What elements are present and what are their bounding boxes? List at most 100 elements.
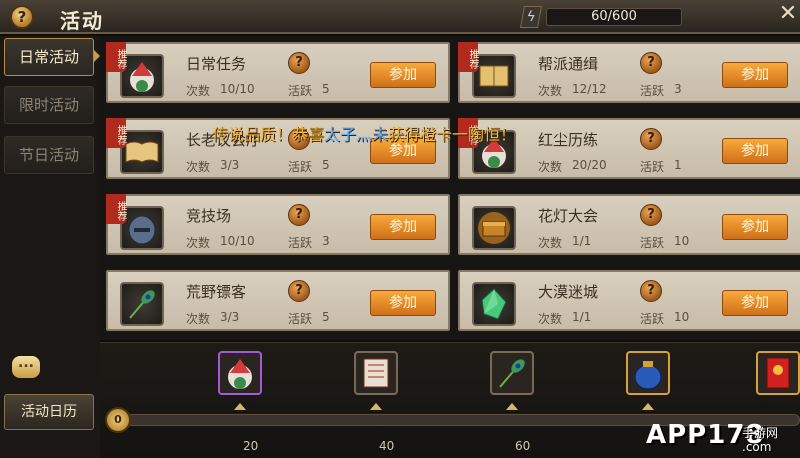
activity-points-value: 10 (674, 234, 690, 248)
scroll-book-icon (472, 54, 516, 98)
activity-points-label: 活跃 (288, 160, 313, 174)
reward-marker-icon (370, 403, 382, 410)
watermark-subtitle: 手游网 (742, 426, 779, 440)
chat-icon[interactable]: ... (12, 356, 40, 378)
cake-icon (120, 54, 164, 98)
recommended-badge: 推荐 (106, 42, 126, 72)
activity-card: 推荐 竞技场 ? 次数 10/10 活跃 3 参加 (106, 194, 450, 255)
activity-points-value: 5 (322, 158, 330, 172)
help-icon[interactable]: ? (640, 280, 662, 302)
tab-festival-activities[interactable]: 节日活动 (4, 136, 94, 174)
broadcast-message: 传说品质！恭喜太子灬未获得橙卡一陶恒！ (212, 121, 516, 145)
count-label: 次数 (186, 160, 211, 174)
count-label: 次数 (538, 312, 563, 326)
helmet-icon (120, 206, 164, 250)
activity-points-label: 活跃 (288, 236, 313, 250)
activity-points-label: 活跃 (640, 312, 665, 326)
help-icon[interactable]: ? (10, 5, 34, 29)
help-icon[interactable]: ? (288, 52, 310, 74)
help-icon[interactable]: ? (288, 280, 310, 302)
sidebar: 日常活动 限时活动 节日活动 ... 活动日历 (0, 36, 100, 458)
join-button[interactable]: 参加 (370, 290, 436, 316)
top-bar: ? 活动 ϟ 60/600 ✕ (0, 0, 800, 34)
green-crystal-icon (472, 282, 516, 326)
count-label: 次数 (186, 84, 211, 98)
activity-points-value: 3 (674, 82, 682, 96)
count-value: 12/12 (572, 82, 607, 96)
count-value: 10/10 (220, 82, 255, 96)
help-icon[interactable]: ? (640, 52, 662, 74)
join-button[interactable]: 参加 (370, 214, 436, 240)
activity-card: 大漠迷城 ? 次数 1/1 活跃 10 参加 (458, 270, 800, 331)
activity-points-value: 10 (674, 310, 690, 324)
broadcast-player-name[interactable]: 太子灬未 (324, 125, 388, 144)
activity-points-label: 活跃 (288, 84, 313, 98)
close-button[interactable]: ✕ (776, 2, 800, 26)
activity-card: 花灯大会 ? 次数 1/1 活跃 10 参加 (458, 194, 800, 255)
page-title: 活动 (60, 9, 104, 33)
count-value: 3/3 (220, 158, 240, 172)
tab-daily-activities[interactable]: 日常活动 (4, 38, 94, 76)
recommended-badge: 推荐 (458, 42, 478, 72)
open-book-icon (120, 130, 164, 174)
reward-chest-100[interactable] (756, 351, 800, 395)
reward-chest-80[interactable] (626, 351, 670, 395)
activity-name: 大漠迷城 (538, 283, 599, 301)
activity-card: 推荐 日常任务 ? 次数 10/10 活跃 5 参加 (106, 42, 450, 103)
join-button[interactable]: 参加 (722, 214, 788, 240)
activity-calendar-button[interactable]: 活动日历 (4, 394, 94, 430)
count-label: 次数 (538, 160, 563, 174)
lightning-icon: ϟ (520, 6, 542, 28)
join-button[interactable]: 参加 (722, 290, 788, 316)
energy-value: 60/600 (591, 9, 637, 24)
activity-list: 推荐 日常任务 ? 次数 10/10 活跃 5 参加 推荐 帮派通缉 ? 次数 … (100, 36, 800, 340)
join-button[interactable]: 参加 (722, 62, 788, 88)
help-icon[interactable]: ? (640, 128, 662, 150)
count-label: 次数 (538, 84, 563, 98)
help-icon[interactable]: ? (640, 204, 662, 226)
activity-score: 0 (105, 407, 131, 433)
reward-marker-icon (506, 403, 518, 410)
reward-chest-40[interactable] (354, 351, 398, 395)
count-value: 10/10 (220, 234, 255, 248)
count-label: 次数 (186, 236, 211, 250)
progress-tick: 20 (243, 439, 259, 453)
activity-name: 竞技场 (186, 207, 232, 225)
tab-limited-activities[interactable]: 限时活动 (4, 86, 94, 124)
activity-name: 花灯大会 (538, 207, 599, 225)
recommended-badge: 推荐 (106, 118, 126, 148)
activity-card: 推荐 帮派通缉 ? 次数 12/12 活跃 3 参加 (458, 42, 800, 103)
count-value: 1/1 (572, 310, 592, 324)
help-icon[interactable]: ? (288, 204, 310, 226)
join-button[interactable]: 参加 (370, 62, 436, 88)
count-value: 1/1 (572, 234, 592, 248)
activity-points-label: 活跃 (640, 236, 665, 250)
activity-points-value: 5 (322, 82, 330, 96)
reward-chest-20[interactable] (218, 351, 262, 395)
recommended-badge: 推荐 (106, 194, 126, 224)
activity-points-value: 1 (674, 158, 682, 172)
broadcast-text: 传说品质！恭喜 (212, 125, 325, 144)
reward-marker-icon (642, 403, 654, 410)
activity-name: 红尘历练 (538, 131, 599, 149)
progress-tick: 60 (515, 439, 531, 453)
join-button[interactable]: 参加 (722, 138, 788, 164)
count-label: 次数 (538, 236, 563, 250)
broadcast-text: 获得橙卡一陶恒！ (388, 125, 517, 144)
activity-name: 荒野镖客 (186, 283, 247, 301)
count-value: 20/20 (572, 158, 607, 172)
activity-points-label: 活跃 (640, 84, 665, 98)
peacock-feather-icon (120, 282, 164, 326)
activity-points-label: 活跃 (640, 160, 665, 174)
count-value: 3/3 (220, 310, 240, 324)
treasure-chest-icon (472, 206, 516, 250)
count-label: 次数 (186, 312, 211, 326)
reward-marker-icon (234, 403, 246, 410)
activity-points-label: 活跃 (288, 312, 313, 326)
reward-chest-60[interactable] (490, 351, 534, 395)
activity-points-value: 5 (322, 310, 330, 324)
activity-card: 荒野镖客 ? 次数 3/3 活跃 5 参加 (106, 270, 450, 331)
progress-tick: 40 (379, 439, 395, 453)
activity-name: 帮派通缉 (538, 55, 599, 73)
watermark-domain: .com (742, 440, 772, 454)
